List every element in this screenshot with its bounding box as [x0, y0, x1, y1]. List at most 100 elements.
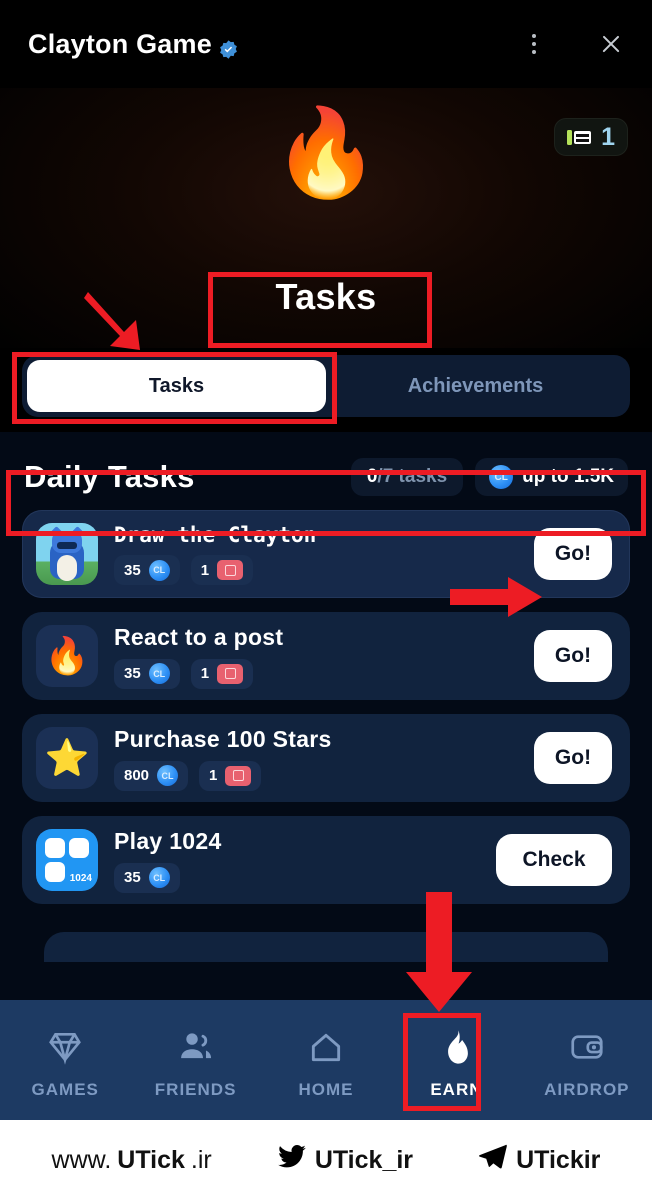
- task-rewards: 35 CL: [114, 862, 222, 893]
- nav-item-games[interactable]: GAMES: [0, 1026, 130, 1100]
- cl-coin-icon: CL: [148, 867, 170, 888]
- close-icon[interactable]: [598, 31, 624, 57]
- task-title: Play 1024: [114, 827, 222, 854]
- task-progress-badge: 0/7 tasks: [350, 458, 464, 496]
- flame-emoji: 🔥: [36, 625, 98, 687]
- game-1024-label: 1024: [69, 873, 92, 884]
- nav-label: AIRDROP: [544, 1080, 630, 1099]
- cl-coin-icon: CL: [157, 765, 179, 786]
- nav-label: FRIENDS: [154, 1080, 237, 1099]
- verified-badge-icon: [218, 36, 239, 59]
- ticket-amount: 1: [209, 767, 218, 784]
- task-info: Draw the Clayton 35 CL 1: [114, 523, 316, 585]
- reward-cap-text: up to 1.5K: [522, 466, 614, 487]
- coin-reward: 35 CL: [114, 658, 180, 689]
- nav-item-airdrop[interactable]: AIRDROP: [522, 1026, 652, 1100]
- watermark-telegram-handle: UTickir: [516, 1145, 601, 1174]
- coin-amount: 35: [124, 869, 141, 886]
- ticket-icon: [225, 765, 252, 786]
- task-title: Purchase 100 Stars: [114, 725, 332, 752]
- task-scroll-area[interactable]: Daily Tasks 0/7 tasks CL up to 1.5K Draw…: [0, 432, 652, 1000]
- people-icon: [175, 1026, 217, 1068]
- ticket-icon: [217, 663, 244, 684]
- diamond-icon: [45, 1026, 85, 1068]
- nav-item-friends[interactable]: FRIENDS: [130, 1026, 260, 1100]
- task-info: React to a post 35 CL 1: [114, 624, 283, 689]
- nav-item-home[interactable]: HOME: [261, 1026, 391, 1100]
- task-info: Play 1024 35 CL: [114, 828, 222, 893]
- nav-label: HOME: [298, 1080, 354, 1099]
- app-header: Clayton Game: [0, 0, 652, 88]
- clayton-character-icon: [36, 523, 98, 585]
- cl-coin-icon: CL: [148, 559, 170, 581]
- cl-coin-icon: CL: [489, 465, 514, 489]
- streak-value: 1: [601, 122, 615, 151]
- telegram-plane-icon: [476, 1142, 510, 1179]
- task-title: Draw the Clayton: [114, 523, 317, 547]
- task-progress-total: /7 tasks: [377, 466, 448, 487]
- watermark-site-main: UTick: [117, 1145, 185, 1174]
- watermark-footer: www. UTick .ir UTick_ir UTickir: [0, 1120, 652, 1200]
- coin-reward: 35 CL: [114, 555, 180, 585]
- watermark-website: www. UTick .ir: [52, 1146, 212, 1175]
- task-progress-done: 0: [366, 466, 378, 487]
- app-window: Clayton Game 🔥 1 Tasks Tasks Achievement…: [0, 0, 652, 1200]
- task-row[interactable]: Draw the Clayton 35 CL 1 Go!: [22, 510, 630, 598]
- ticket-reward: 1: [199, 760, 262, 791]
- tab-tasks[interactable]: Tasks: [27, 360, 326, 412]
- app-title: Clayton Game: [28, 29, 239, 60]
- nav-label: GAMES: [31, 1080, 99, 1099]
- coin-amount: 800: [124, 767, 150, 784]
- task-action-button[interactable]: Go!: [534, 528, 612, 580]
- ticket-icon: [217, 560, 244, 580]
- ticket-amount: 1: [200, 665, 210, 682]
- bottom-nav: GAMES FRIENDS HOME EARN AIRDROP: [0, 1000, 652, 1120]
- watermark-telegram: UTickir: [476, 1142, 600, 1179]
- daily-tasks-title: Daily Tasks: [24, 459, 195, 494]
- flame-icon: [437, 1026, 475, 1068]
- wallet-icon: [567, 1026, 607, 1068]
- nav-label: EARN: [430, 1080, 483, 1099]
- ticket-reward: 1: [190, 658, 254, 689]
- streak-badge: 1: [554, 118, 628, 156]
- task-rewards: 35 CL 1: [114, 555, 316, 585]
- game-1024-icon: 1024: [36, 829, 98, 891]
- coin-amount: 35: [124, 561, 141, 579]
- task-action-button[interactable]: Check: [496, 834, 612, 886]
- task-rewards: 35 CL 1: [114, 658, 283, 689]
- task-row[interactable]: ⭐ Purchase 100 Stars 800 CL 1 Go!: [22, 714, 630, 802]
- watermark-site-suffix: .ir: [190, 1145, 212, 1174]
- header-actions: [532, 31, 624, 57]
- coin-reward: 35 CL: [114, 862, 180, 893]
- energy-battery-icon: [567, 129, 593, 146]
- task-row[interactable]: 🔥 React to a post 35 CL 1 Go!: [22, 612, 630, 700]
- task-info: Purchase 100 Stars 800 CL 1: [114, 726, 332, 791]
- tab-achievements[interactable]: Achievements: [326, 360, 625, 412]
- app-title-text: Clayton Game: [28, 28, 212, 59]
- watermark-twitter: UTick_ir: [275, 1142, 413, 1179]
- tab-bar: Tasks Achievements: [22, 355, 630, 417]
- ticket-amount: 1: [200, 561, 210, 579]
- task-row[interactable]: 1024 Play 1024 35 CL Check: [22, 816, 630, 904]
- more-vertical-icon[interactable]: [532, 34, 536, 54]
- task-list: Draw the Clayton 35 CL 1 Go! 🔥 React to …: [0, 496, 652, 962]
- flame-emoji: 🔥: [272, 105, 380, 201]
- task-title: React to a post: [114, 623, 284, 650]
- nav-item-earn[interactable]: EARN: [391, 1026, 521, 1100]
- home-icon: [306, 1026, 346, 1068]
- watermark-twitter-handle: UTick_ir: [314, 1145, 414, 1174]
- coin-amount: 35: [124, 665, 141, 682]
- task-row-partial[interactable]: [44, 932, 608, 962]
- page-title: Tasks: [275, 276, 377, 317]
- task-action-button[interactable]: Go!: [534, 732, 612, 784]
- task-action-button[interactable]: Go!: [534, 630, 612, 682]
- coin-reward: 800 CL: [114, 760, 189, 791]
- daily-tasks-header: Daily Tasks 0/7 tasks CL up to 1.5K: [0, 432, 652, 496]
- task-rewards: 800 CL 1: [114, 760, 332, 791]
- daily-tasks-badges: 0/7 tasks CL up to 1.5K: [350, 458, 628, 496]
- star-emoji: ⭐: [36, 727, 98, 789]
- watermark-site-prefix: www.: [51, 1145, 112, 1174]
- cl-coin-icon: CL: [148, 663, 170, 684]
- twitter-bird-icon: [275, 1142, 309, 1179]
- reward-cap-badge: CL up to 1.5K: [475, 458, 628, 496]
